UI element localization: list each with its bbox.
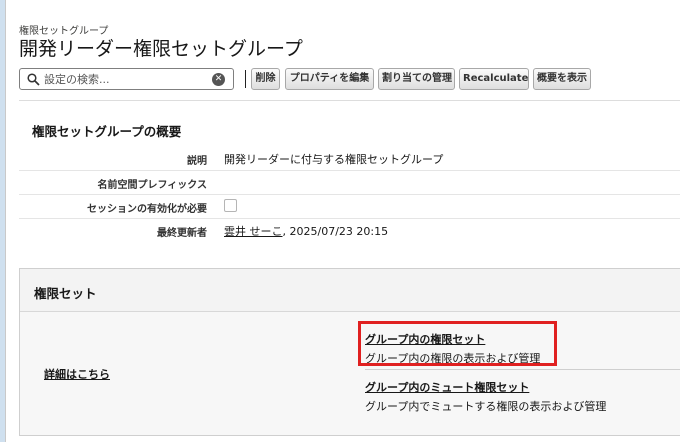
view-summary-button[interactable]: 概要を表示	[533, 68, 591, 90]
divider	[365, 369, 680, 370]
modified-date: , 2025/07/23 20:15	[282, 225, 389, 238]
permission-sets-section: 権限セット 詳細はこちら グループ内の権限セット グループ内の権限の表示および管…	[19, 268, 680, 436]
field-label: 説明	[187, 156, 207, 167]
toolbar-divider	[245, 70, 246, 88]
setup-page: 権限セットグループ 開発リーダー権限セットグループ ✕ 削除 プロパティを編集 …	[5, 0, 680, 442]
edit-properties-button[interactable]: プロパティを編集	[285, 68, 374, 90]
search-input[interactable]	[44, 71, 204, 87]
field-label: 名前空間プレフィックス	[97, 180, 208, 191]
permission-sets-heading: 権限セット	[34, 286, 97, 301]
delete-button[interactable]: 削除	[251, 68, 280, 90]
session-activation-checkbox	[224, 199, 237, 212]
overview-section: 権限セットグループの概要 説明 開発リーダーに付与する権限セットグループ 名前空…	[19, 100, 680, 259]
field-row-session-activation: セッションの有効化が必要	[19, 195, 680, 219]
recalculate-button[interactable]: Recalculate	[459, 68, 529, 90]
field-row-last-modified: 最終更新者 雲井 せーこ, 2025/07/23 20:15	[19, 219, 680, 242]
search-box[interactable]: ✕	[19, 68, 234, 90]
highlight-box	[358, 321, 557, 366]
field-row-namespace: 名前空間プレフィックス	[19, 171, 680, 195]
permission-sets-header: 権限セット	[20, 269, 680, 312]
clear-icon[interactable]: ✕	[212, 73, 225, 86]
page-title: 開発リーダー権限セットグループ	[19, 38, 303, 60]
field-value: 開発リーダーに付与する権限セットグループ	[224, 153, 444, 166]
toolbar: ✕ 削除 プロパティを編集 割り当ての管理 Recalculate 概要を表示	[19, 68, 680, 92]
field-label: セッションの有効化が必要	[87, 204, 207, 215]
field-value: 雲井 せーこ, 2025/07/23 20:15	[224, 223, 388, 239]
manage-assignments-button[interactable]: 割り当ての管理	[378, 68, 455, 90]
search-icon	[27, 73, 40, 86]
muting-permission-sets-link[interactable]: グループ内のミュート権限セット	[365, 379, 606, 395]
muting-permission-sets-desc: グループ内でミュートする権限の表示および管理	[365, 400, 607, 413]
learn-more-link[interactable]: 詳細はこちら	[44, 366, 110, 382]
overview-heading: 権限セットグループの概要	[32, 124, 182, 139]
muting-permission-sets-in-group: グループ内のミュート権限セット グループ内でミュートする権限の表示および管理	[365, 379, 606, 414]
field-row-description: 説明 開発リーダーに付与する権限セットグループ	[19, 147, 680, 171]
field-label: 最終更新者	[157, 228, 207, 239]
modified-by-link[interactable]: 雲井 せーこ	[224, 225, 283, 238]
